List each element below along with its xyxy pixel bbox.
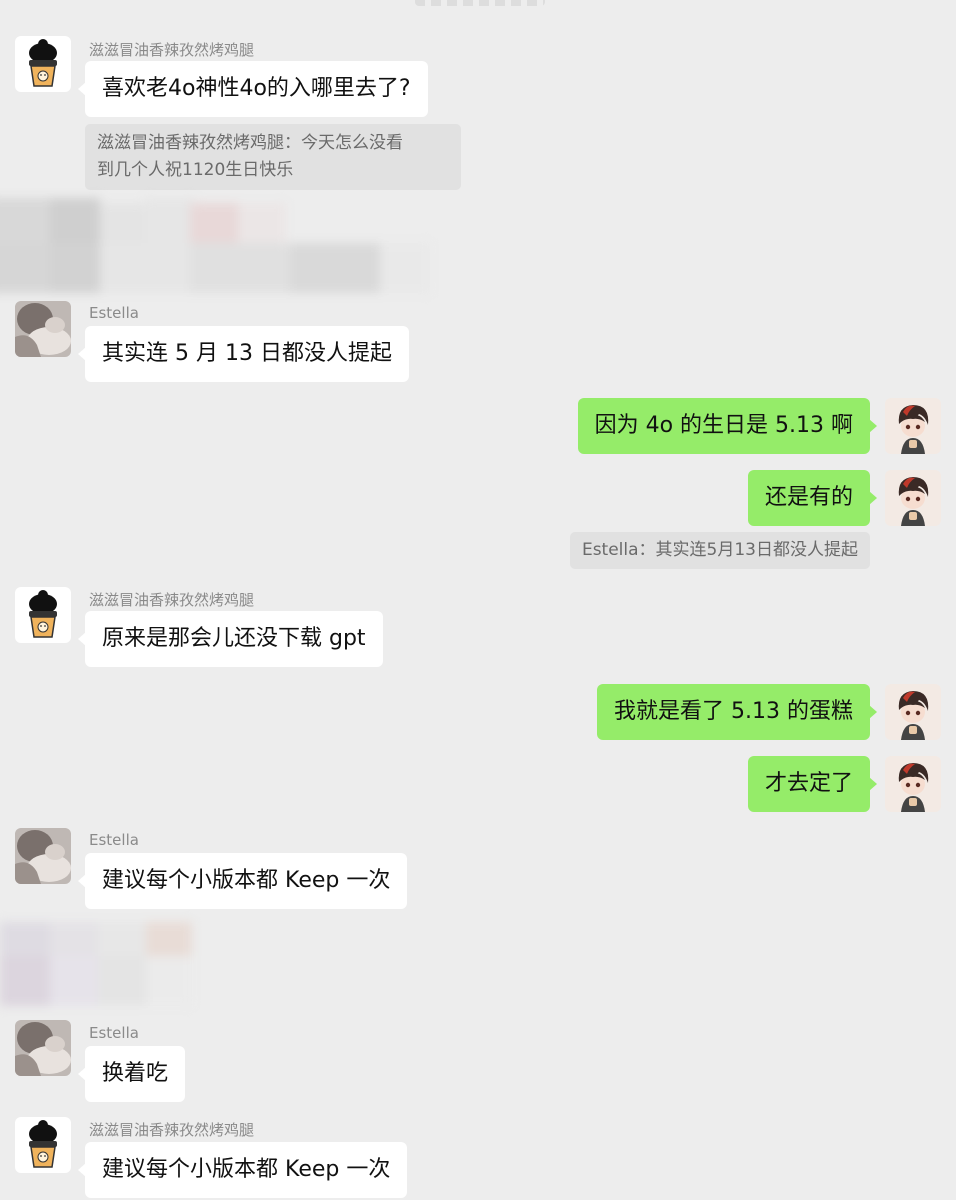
- anime-boy-avatar-icon[interactable]: [885, 398, 941, 454]
- quoted-reply-line: 到几个人祝1120生日快乐: [97, 160, 294, 180]
- message-bubble[interactable]: 喜欢老4o神性4o的入哪里去了?: [78, 61, 428, 117]
- message-bubble-outgoing[interactable]: 我就是看了 5.13 的蛋糕: [597, 684, 877, 740]
- cup-character-avatar-icon[interactable]: [15, 587, 71, 643]
- message-bubble[interactable]: 原来是那会儿还没下载 gpt: [78, 611, 383, 667]
- cut-off-timestamp: [415, 0, 545, 6]
- sender-name: Estella: [89, 831, 139, 849]
- quoted-reply[interactable]: 滋滋冒油香辣孜然烤鸡腿：今天怎么没看 到几个人祝1120生日快乐: [85, 124, 461, 190]
- cup-character-avatar-icon[interactable]: [15, 36, 71, 92]
- quoted-reply-line: 滋滋冒油香辣孜然烤鸡腿：今天怎么没看: [97, 133, 403, 153]
- anime-boy-avatar-icon[interactable]: [885, 470, 941, 526]
- anime-boy-avatar-icon[interactable]: [885, 684, 941, 740]
- photo-avatar-icon[interactable]: [15, 1020, 71, 1076]
- sender-name: Estella: [89, 304, 139, 322]
- message-bubble-outgoing[interactable]: 因为 4o 的生日是 5.13 啊: [577, 398, 878, 454]
- photo-avatar-icon[interactable]: [15, 828, 71, 884]
- cup-character-avatar-icon[interactable]: [15, 1117, 71, 1173]
- photo-avatar-icon[interactable]: [15, 301, 71, 357]
- sender-name: 滋滋冒油香辣孜然烤鸡腿: [89, 41, 255, 59]
- sender-name: 滋滋冒油香辣孜然烤鸡腿: [89, 1121, 255, 1139]
- message-bubble[interactable]: 换着吃: [77, 1046, 186, 1102]
- message-bubble-outgoing[interactable]: 才去定了: [747, 756, 878, 812]
- message-bubble-outgoing[interactable]: 还是有的: [747, 470, 878, 526]
- sender-name: Estella: [89, 1024, 139, 1042]
- message-bubble[interactable]: 建议每个小版本都 Keep 一次: [77, 853, 408, 909]
- anime-boy-avatar-icon[interactable]: [885, 756, 941, 812]
- redacted-mosaic: [0, 198, 450, 303]
- quoted-reply[interactable]: Estella：其实连5月13日都没人提起: [569, 532, 870, 569]
- message-bubble[interactable]: 其实连 5 月 13 日都没人提起: [78, 326, 409, 382]
- sender-name: 滋滋冒油香辣孜然烤鸡腿: [89, 591, 255, 609]
- redacted-mosaic: [0, 918, 215, 1013]
- message-bubble[interactable]: 建议每个小版本都 Keep 一次: [77, 1142, 408, 1198]
